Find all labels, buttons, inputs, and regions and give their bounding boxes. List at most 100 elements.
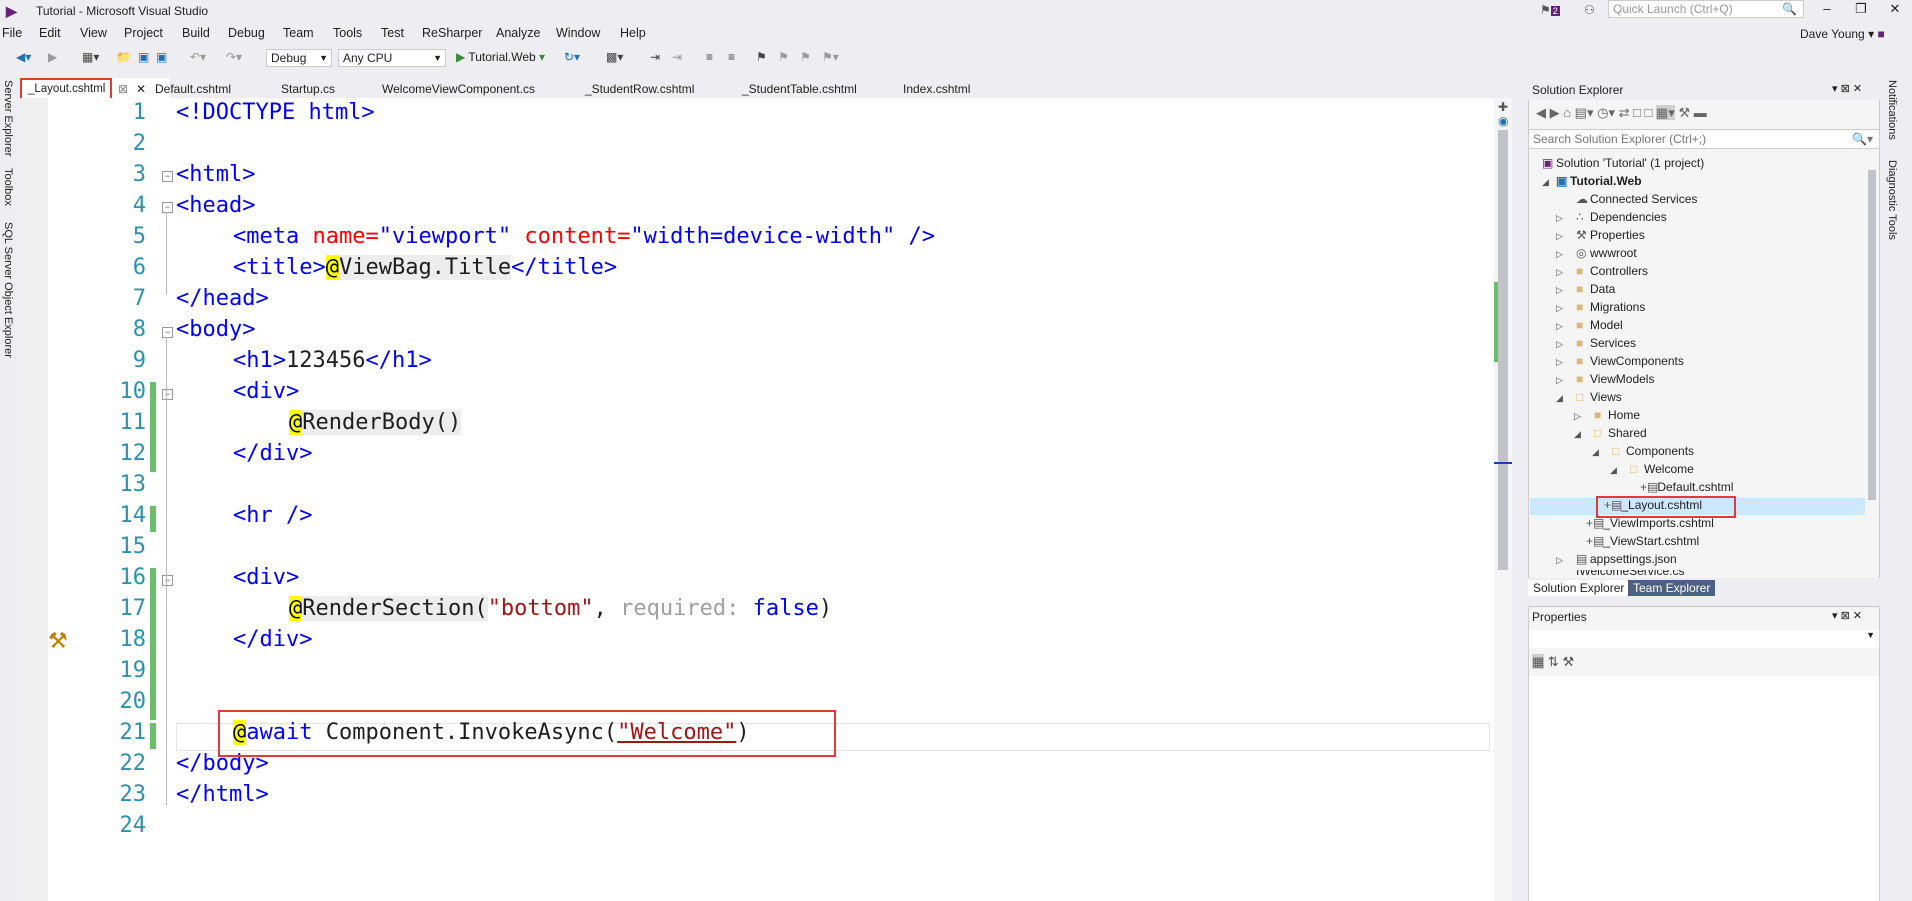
tree-item-default-cshtml[interactable]: +▤ Default.cshtml (1640, 480, 1733, 494)
menu-edit[interactable]: Edit (39, 26, 61, 40)
solution-scroll-thumb[interactable] (1868, 170, 1876, 500)
expanded-icon[interactable]: ◢ (1610, 465, 1617, 476)
collapsed-icon[interactable]: ▷ (1556, 321, 1563, 332)
menu-view[interactable]: View (80, 26, 107, 40)
platform-select[interactable]: Any CPU ▼ (338, 49, 446, 67)
code-editor[interactable] (18, 98, 1494, 901)
collapsed-icon[interactable]: ▷ (1556, 249, 1563, 260)
tab-index-cshtml[interactable]: Index.cshtml (903, 80, 970, 98)
collapse-icon[interactable]: − (162, 575, 173, 586)
tab-welcomeviewcomponent-cs[interactable]: WelcomeViewComponent.cs (382, 80, 535, 98)
categorized-icon[interactable]: ▦ (1532, 654, 1545, 669)
uncomment-icon[interactable]: ≡ (728, 50, 735, 64)
expanded-icon[interactable]: ◢ (1542, 177, 1549, 188)
forward-icon[interactable]: ▶ (48, 50, 57, 64)
tree-item-connected-services[interactable]: ☁ Connected Services (1576, 192, 1697, 206)
expanded-icon[interactable]: ◢ (1556, 393, 1563, 404)
properties-toolbar[interactable]: ▦ ⇅ ⚒ (1532, 654, 1574, 670)
collapsed-icon[interactable]: ▷ (1556, 285, 1563, 296)
tab-studenttable-cshtml[interactable]: _StudentTable.cshtml (742, 80, 857, 98)
menu-window[interactable]: Window (556, 26, 600, 40)
tree-item-welcome[interactable]: □ Welcome (1630, 462, 1694, 476)
collapsed-icon[interactable]: ▷ (1556, 339, 1563, 350)
tree-item-iwelcomeservice[interactable]: IWelcomeService.cs (1576, 570, 1684, 578)
collapsed-icon[interactable]: ▷ (1556, 375, 1563, 386)
feedback-icon[interactable]: ⚇ (1584, 3, 1595, 17)
tree-item-dependencies[interactable]: ∴ Dependencies (1576, 210, 1667, 224)
tree-item-controllers[interactable]: ■ Controllers (1576, 264, 1648, 278)
tree-item-data[interactable]: ■ Data (1576, 282, 1615, 296)
quick-launch-input[interactable]: Quick Launch (Ctrl+Q) 🔍 (1608, 0, 1804, 18)
quick-action-hammer-icon[interactable]: ⚒ (48, 628, 68, 654)
zoom-icon[interactable]: ◉ (1498, 114, 1508, 128)
pin-icon[interactable]: ⊠ (118, 80, 128, 98)
panel-menu-icon[interactable]: ▾ ⊠ ✕ (1832, 82, 1862, 95)
redo-icon[interactable]: ↷▾ (226, 50, 242, 64)
panel-menu-icon[interactable]: ▾ ⊠ ✕ (1832, 609, 1862, 622)
collapsed-icon[interactable]: ▷ (1556, 267, 1563, 278)
tree-item-properties[interactable]: ⚒ Properties (1576, 228, 1645, 242)
menu-file[interactable]: File (2, 26, 22, 40)
tree-item-project[interactable]: ▣ Tutorial.Web (1556, 174, 1642, 188)
start-debug-button[interactable]: ▶ Tutorial.Web ▾ (456, 50, 545, 64)
close-button[interactable]: ✕ (1880, 0, 1910, 18)
clear-bookmarks-icon[interactable]: ⚑▾ (822, 50, 839, 64)
bookmark-icon[interactable]: ⚑ (756, 50, 767, 64)
solution-toolbar[interactable]: ◀ ▶ ⌂ ▤▾ ◷▾ ⇄ □ □ ▦▾ ⚒ ▬ (1536, 105, 1707, 121)
browser-link-icon[interactable]: ▩▾ (606, 50, 623, 64)
collapsed-icon[interactable]: ▷ (1556, 357, 1563, 368)
menu-tools[interactable]: Tools (333, 26, 362, 40)
minimize-button[interactable]: – (1812, 0, 1842, 18)
notification-flag-icon[interactable]: ⚑ 2 (1540, 3, 1560, 17)
collapsed-icon[interactable]: ▷ (1574, 411, 1581, 422)
tree-item-components[interactable]: □ Components (1612, 444, 1694, 458)
maximize-button[interactable]: ❐ (1846, 0, 1876, 18)
tree-item-wwwroot[interactable]: ◎ wwwroot (1576, 246, 1637, 260)
collapse-icon[interactable]: − (162, 327, 173, 338)
scrollbar-thumb[interactable] (1498, 130, 1508, 570)
collapsed-icon[interactable]: ▷ (1556, 555, 1563, 566)
collapsed-icon[interactable]: ▷ (1556, 213, 1563, 224)
server-explorer-tab[interactable]: Server Explorer (2, 80, 14, 156)
comment-icon[interactable]: ≡ (706, 50, 713, 64)
step-icon[interactable]: ⇥ (650, 50, 660, 64)
tree-item-home[interactable]: ■ Home (1594, 408, 1640, 422)
diagnostic-tools-tab[interactable]: Diagnostic Tools (1886, 160, 1898, 240)
save-icon[interactable]: ▣ (138, 50, 149, 64)
tab-team-explorer[interactable]: Team Explorer (1628, 580, 1716, 596)
tree-item-migrations[interactable]: ■ Migrations (1576, 300, 1645, 314)
next-bookmark-icon[interactable]: ⚑ (800, 50, 811, 64)
expanded-icon[interactable]: ◢ (1592, 447, 1599, 458)
toolbox-tab[interactable]: Toolbox (2, 168, 14, 206)
sql-server-object-explorer-tab[interactable]: SQL Server Object Explorer (2, 222, 14, 358)
property-pages-icon[interactable]: ⚒ (1562, 654, 1574, 669)
undo-icon[interactable]: ↶▾ (190, 50, 206, 64)
tree-item-viewmodels[interactable]: ■ ViewModels (1576, 372, 1654, 386)
refresh-icon[interactable]: ↻▾ (564, 50, 580, 64)
tree-item-model[interactable]: ■ Model (1576, 318, 1623, 332)
tree-item-viewimports[interactable]: +▤ _ViewImports.cshtml (1586, 516, 1714, 530)
properties-object-select[interactable]: ▼ (1529, 630, 1879, 648)
tree-item-shared[interactable]: □ Shared (1594, 426, 1647, 440)
step-over-icon[interactable]: ⇥ (672, 50, 682, 64)
menu-team[interactable]: Team (283, 26, 314, 40)
tab-studentrow-cshtml[interactable]: _StudentRow.cshtml (585, 80, 694, 98)
menu-debug[interactable]: Debug (228, 26, 265, 40)
prev-bookmark-icon[interactable]: ⚑ (778, 50, 789, 64)
close-tab-icon[interactable]: ✕ (136, 80, 146, 98)
user-account[interactable]: Dave Young ▾ ■ (1800, 27, 1885, 41)
menu-analyze[interactable]: Analyze (496, 26, 540, 40)
collapse-icon[interactable]: − (162, 389, 173, 400)
collapse-icon[interactable]: − (162, 202, 173, 213)
collapsed-icon[interactable]: ▷ (1556, 303, 1563, 314)
save-all-icon[interactable]: ▣ (156, 50, 167, 64)
tree-item-appsettings[interactable]: ▤ appsettings.json (1576, 552, 1677, 566)
tab-default-cshtml[interactable]: Default.cshtml (155, 80, 231, 98)
menu-help[interactable]: Help (620, 26, 646, 40)
open-file-icon[interactable]: 📁 (116, 50, 131, 64)
menu-project[interactable]: Project (124, 26, 163, 40)
back-icon[interactable]: ◀▾ (16, 50, 31, 64)
tree-item-views[interactable]: □ Views (1576, 390, 1622, 404)
expanded-icon[interactable]: ◢ (1574, 429, 1581, 440)
collapse-icon[interactable]: − (162, 171, 173, 182)
